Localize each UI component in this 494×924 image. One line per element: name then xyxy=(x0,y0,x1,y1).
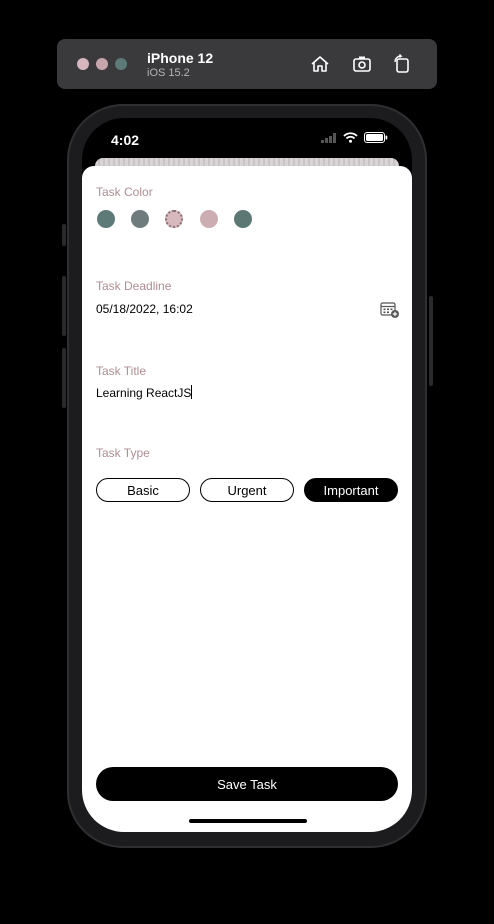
calendar-plus-icon[interactable] xyxy=(380,301,400,319)
home-icon[interactable] xyxy=(309,53,331,75)
task-type-basic-button[interactable]: Basic xyxy=(96,478,190,502)
mute-switch xyxy=(62,224,66,246)
color-swatch[interactable] xyxy=(165,210,183,228)
simulator-toolbar: iPhone 12 iOS 15.2 xyxy=(57,39,437,89)
home-indicator xyxy=(189,819,307,823)
task-title-text: Learning ReactJS xyxy=(96,386,192,400)
task-color-label: Task Color xyxy=(96,185,153,199)
volume-down-button xyxy=(62,348,66,408)
rotate-icon[interactable] xyxy=(391,53,413,75)
task-deadline-label: Task Deadline xyxy=(96,279,172,293)
task-title-input[interactable]: Learning ReactJS xyxy=(96,385,193,400)
phone-screen: 4:02 Task Color Task Deadline 05/18/2022… xyxy=(82,118,412,832)
task-title-label: Task Title xyxy=(96,364,147,378)
zoom-window-button[interactable] xyxy=(115,58,127,70)
color-swatch[interactable] xyxy=(97,210,115,228)
close-window-button[interactable] xyxy=(77,58,89,70)
volume-up-button xyxy=(62,276,66,336)
new-task-sheet: Task Color Task Deadline 05/18/2022, 16:… xyxy=(82,166,412,832)
deadline-field[interactable]: 05/18/2022, 16:02 xyxy=(96,302,193,316)
wifi-icon xyxy=(343,132,358,143)
status-icons xyxy=(321,132,388,143)
save-task-button[interactable]: Save Task xyxy=(96,767,398,801)
color-swatch[interactable] xyxy=(200,210,218,228)
power-button xyxy=(429,296,433,386)
status-time: 4:02 xyxy=(111,132,140,148)
task-type-label: Task Type xyxy=(96,446,150,460)
signal-icon xyxy=(321,132,336,143)
task-type-urgent-button[interactable]: Urgent xyxy=(200,478,294,502)
device-os-version: iOS 15.2 xyxy=(147,67,190,79)
color-swatch[interactable] xyxy=(234,210,252,228)
screenshot-icon[interactable] xyxy=(351,53,373,75)
minimize-window-button[interactable] xyxy=(96,58,108,70)
text-caret xyxy=(191,385,193,399)
task-type-important-button[interactable]: Important xyxy=(304,478,398,502)
device-name: iPhone 12 xyxy=(147,50,214,66)
color-swatch[interactable] xyxy=(131,210,149,228)
battery-icon xyxy=(364,132,388,143)
